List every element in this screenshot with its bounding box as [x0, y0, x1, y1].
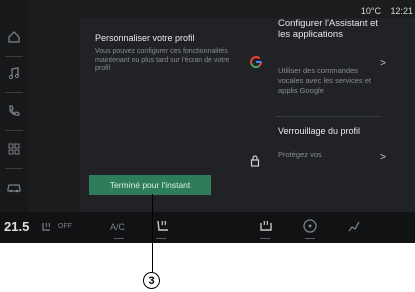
sidebar-divider [5, 130, 23, 131]
outside-temperature: 10°C [360, 6, 381, 16]
car-icon[interactable] [6, 180, 22, 196]
item-divider [276, 116, 381, 117]
seat-heating-indicator [156, 238, 166, 239]
sidebar-divider [5, 56, 23, 57]
lock-item-description: Protégez vos [278, 150, 322, 159]
sidebar-divider [5, 92, 23, 93]
cabin-temperature[interactable]: 21.5 [4, 219, 29, 234]
infotainment-screen: 10°C 12:21 Personnaliser votre profil Vo… [0, 0, 415, 243]
ventilation-icon[interactable] [346, 218, 362, 237]
profile-title: Personnaliser votre profil [95, 33, 195, 43]
profile-description: Vous pouvez configurer ces fonctionnalit… [95, 48, 230, 72]
seat-heating-icon[interactable] [155, 218, 171, 237]
callout-number: 3 [143, 272, 160, 289]
steering-wheel-icon[interactable] [302, 218, 318, 237]
lock-chevron-icon[interactable]: > [378, 152, 388, 163]
ac-indicator [114, 238, 124, 239]
ac-button[interactable]: A/C [110, 222, 125, 232]
status-bar: 10°C 12:21 [215, 0, 415, 18]
assistant-item-title[interactable]: Configurer l'Assistant et les applicatio… [278, 18, 383, 40]
music-icon[interactable] [6, 66, 22, 82]
google-icon [249, 55, 265, 71]
rear-seat-heating-icon[interactable] [258, 218, 274, 237]
sidebar [0, 0, 28, 212]
callout-leader-line [152, 194, 153, 272]
seat-heat-icon[interactable] [40, 221, 54, 236]
sidebar-divider [5, 168, 23, 169]
done-for-now-button[interactable]: Terminé pour l'instant [89, 175, 211, 195]
steering-indicator [305, 238, 315, 239]
lock-item-title[interactable]: Verrouillage du profil [278, 126, 383, 137]
rear-heating-indicator [260, 238, 270, 239]
clock: 12:21 [390, 6, 413, 16]
home-icon[interactable] [6, 30, 22, 46]
apps-icon[interactable] [6, 142, 22, 158]
assistant-chevron-icon[interactable]: > [378, 58, 388, 69]
phone-icon[interactable] [6, 104, 22, 120]
assistant-item-description: Utiliser des commandes vocales avec les … [278, 66, 371, 95]
lock-icon [250, 155, 260, 170]
climate-bar: 21.5 OFF A/C [0, 212, 415, 243]
seat-heat-status: OFF [58, 223, 72, 230]
